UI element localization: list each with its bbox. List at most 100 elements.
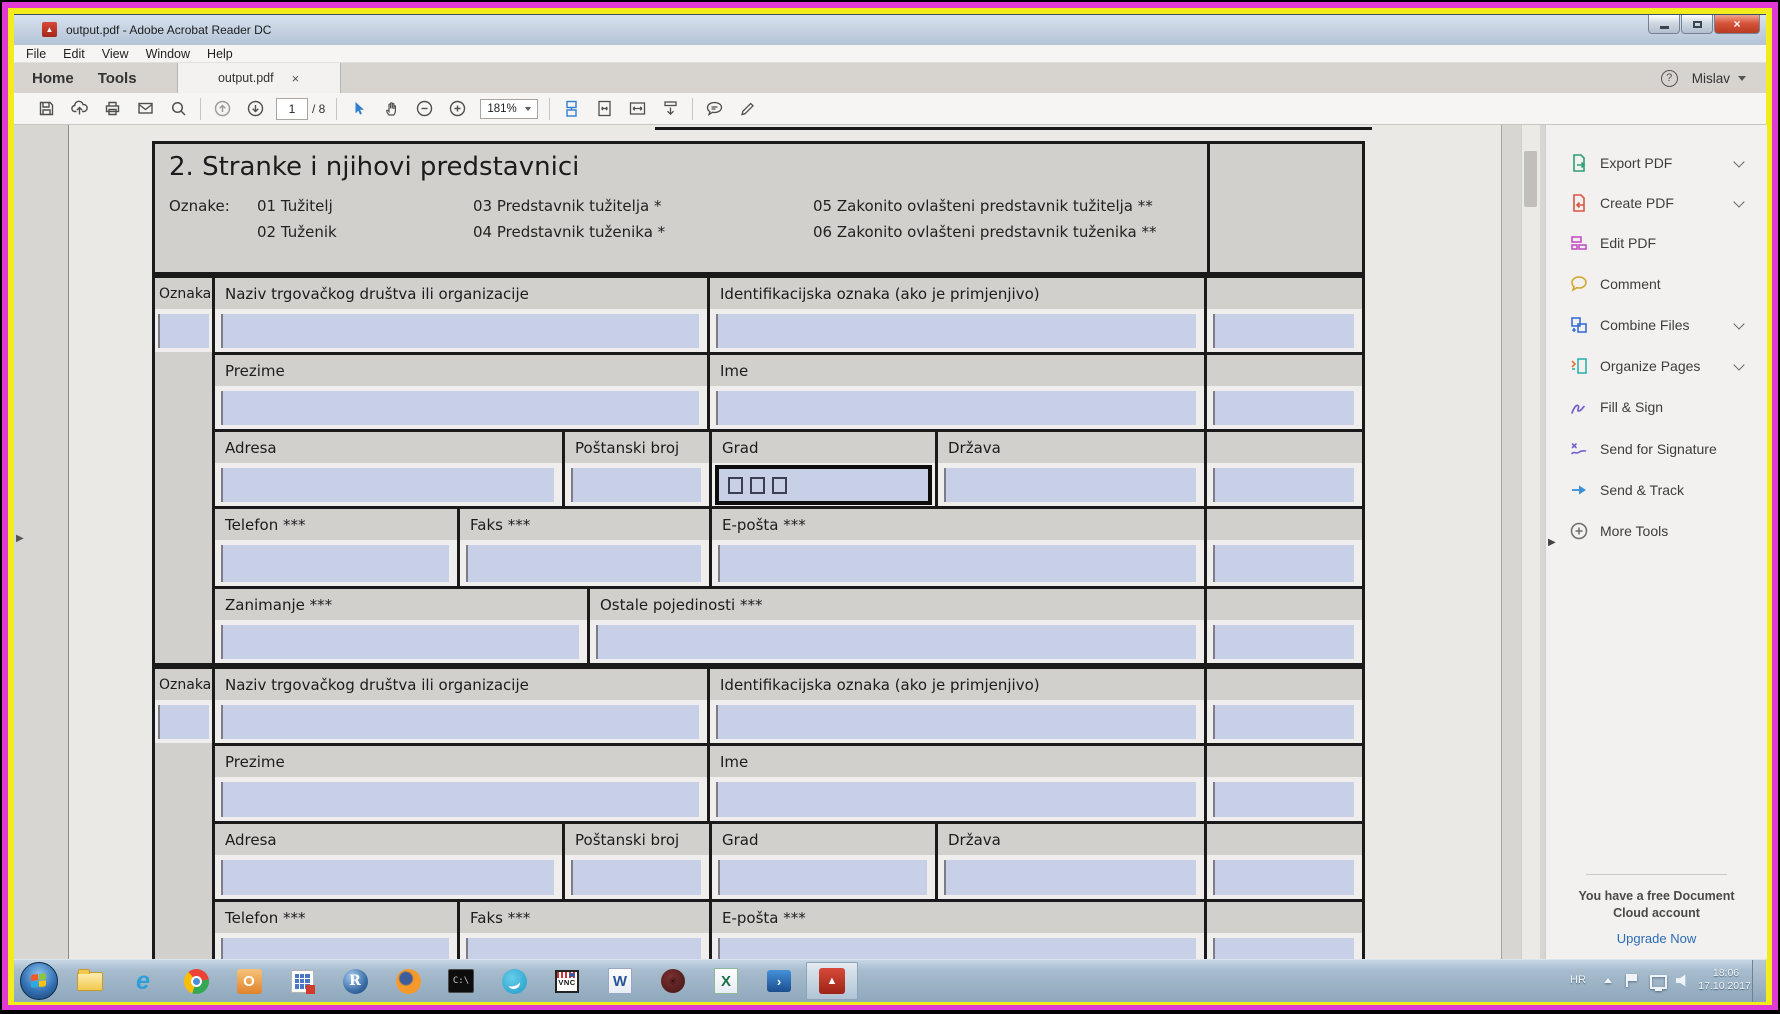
input-surname-p2[interactable]: [221, 782, 699, 817]
input-phone-p1[interactable]: [221, 545, 449, 582]
page-scroll-icon[interactable]: [555, 96, 588, 122]
fit-page-icon[interactable]: [588, 96, 621, 122]
taskbar-adobe-reader-active[interactable]: ▲: [806, 962, 858, 1000]
taskbar-chrome[interactable]: [170, 962, 222, 1000]
zoom-level-dropdown[interactable]: 181%: [480, 99, 538, 119]
input-extra-p2-r4[interactable]: [1213, 938, 1354, 959]
page-down-icon[interactable]: [239, 96, 272, 122]
print-icon[interactable]: [96, 96, 129, 122]
email-icon[interactable]: [129, 96, 162, 122]
input-other-details-p1[interactable]: [596, 625, 1196, 659]
tab-close-icon[interactable]: ×: [292, 71, 300, 86]
panel-item-combine-files[interactable]: Combine Files: [1546, 310, 1767, 340]
input-identifier-p1[interactable]: [716, 314, 1196, 348]
chevron-down-icon[interactable]: [1733, 196, 1744, 207]
panel-item-organize-pages[interactable]: Organize Pages: [1546, 351, 1767, 381]
chevron-down-icon[interactable]: [1733, 359, 1744, 370]
fit-width-icon[interactable]: [621, 96, 654, 122]
help-icon[interactable]: ?: [1661, 70, 1678, 87]
tab-tools[interactable]: Tools: [86, 70, 149, 87]
input-city-p2[interactable]: [718, 860, 927, 895]
input-phone-p2[interactable]: [221, 938, 449, 959]
menu-view[interactable]: View: [102, 47, 129, 61]
panel-item-edit-pdf[interactable]: Edit PDF: [1546, 228, 1767, 258]
upgrade-now-link[interactable]: Upgrade Now: [1546, 931, 1767, 946]
hand-tool-icon[interactable]: [375, 96, 408, 122]
panel-item-send-track[interactable]: Send & Track: [1546, 475, 1767, 505]
input-occupation-p1[interactable]: [221, 625, 579, 659]
zoom-out-icon[interactable]: [408, 96, 441, 122]
select-cursor-icon[interactable]: [342, 96, 375, 122]
taskbar-firefox[interactable]: [382, 962, 434, 1000]
panel-item-export-pdf[interactable]: Export PDF: [1546, 148, 1767, 178]
chevron-down-icon[interactable]: [1733, 318, 1744, 329]
input-extra-p2-r1[interactable]: [1213, 705, 1354, 739]
taskbar-excel[interactable]: X: [700, 962, 752, 1000]
input-address-p1[interactable]: [221, 468, 554, 502]
zoom-in-icon[interactable]: [441, 96, 474, 122]
input-fax-p1[interactable]: [466, 545, 701, 582]
scrollbar-thumb[interactable]: [1524, 151, 1537, 207]
show-desktop-button[interactable]: [1752, 960, 1766, 1002]
input-extra-p1-r3[interactable]: [1213, 468, 1354, 502]
input-city-p1-focused[interactable]: [715, 465, 932, 505]
search-icon[interactable]: [162, 96, 195, 122]
page-up-icon[interactable]: [206, 96, 239, 122]
taskbar-r-project[interactable]: R: [329, 962, 381, 1000]
input-fax-p2[interactable]: [466, 938, 701, 959]
panel-item-fill-sign[interactable]: Fill & Sign: [1546, 392, 1767, 422]
menu-help[interactable]: Help: [207, 47, 233, 61]
user-caret-icon[interactable]: [1738, 76, 1746, 81]
window-titlebar[interactable]: ▲ output.pdf - Adobe Acrobat Reader DC ×: [14, 15, 1766, 46]
input-extra-p1-r4[interactable]: [1213, 545, 1354, 582]
input-postal-p2[interactable]: [571, 860, 701, 895]
panel-item-send-for-signature[interactable]: Send for Signature: [1546, 434, 1767, 464]
tray-hidden-icons-icon[interactable]: [1604, 978, 1612, 983]
input-extra-p1-r2[interactable]: [1213, 391, 1354, 425]
user-menu[interactable]: Mislav: [1692, 71, 1730, 86]
menu-file[interactable]: File: [26, 47, 46, 61]
panel-item-more-tools[interactable]: More Tools: [1546, 516, 1767, 546]
input-country-p2[interactable]: [944, 860, 1196, 895]
taskbar-settings[interactable]: ✳: [647, 962, 699, 1000]
comment-bubble-icon[interactable]: [698, 96, 731, 122]
tray-clock[interactable]: 18:06 17.10.2017.: [1696, 967, 1756, 993]
document-scrollbar[interactable]: [1521, 125, 1540, 959]
input-company-p2[interactable]: [221, 705, 699, 739]
input-extra-p2-r3[interactable]: [1213, 860, 1354, 895]
taskbar-outlook[interactable]: O: [223, 962, 275, 1000]
input-identifier-p2[interactable]: [716, 705, 1196, 739]
tab-document[interactable]: output.pdf ×: [177, 63, 341, 93]
menu-edit[interactable]: Edit: [63, 47, 85, 61]
input-country-p1[interactable]: [944, 468, 1196, 502]
tray-volume-icon[interactable]: [1676, 974, 1691, 987]
input-email-p1[interactable]: [718, 545, 1196, 582]
taskbar-powershell[interactable]: ›: [753, 962, 805, 1000]
start-orb[interactable]: [20, 962, 58, 1000]
fit-visible-icon[interactable]: [654, 96, 687, 122]
chevron-down-icon[interactable]: [1733, 156, 1744, 167]
panel-item-comment[interactable]: Comment: [1546, 269, 1767, 299]
input-first-name-p1[interactable]: [716, 391, 1196, 425]
tray-network-icon[interactable]: [1650, 975, 1667, 989]
taskbar-explorer[interactable]: [64, 962, 116, 1000]
input-code-p2[interactable]: [158, 705, 209, 739]
input-address-p2[interactable]: [221, 860, 554, 895]
taskbar-app-grid[interactable]: [276, 962, 328, 1000]
taskbar-messenger[interactable]: [488, 962, 540, 1000]
minimize-button[interactable]: [1648, 15, 1680, 34]
maximize-button[interactable]: [1681, 15, 1713, 34]
input-postal-p1[interactable]: [571, 468, 701, 502]
pencil-icon[interactable]: [731, 96, 764, 122]
page-number-input[interactable]: 1: [276, 98, 308, 120]
input-company-p1[interactable]: [221, 314, 699, 348]
input-extra-p1-r1[interactable]: [1213, 314, 1354, 348]
left-pane-toggle-icon[interactable]: ▶: [16, 533, 24, 544]
input-code-p1[interactable]: [158, 314, 209, 348]
input-extra-p1-r5[interactable]: [1213, 625, 1354, 659]
panel-item-create-pdf[interactable]: Create PDF: [1546, 188, 1767, 218]
close-button[interactable]: ×: [1714, 15, 1760, 34]
input-email-p2[interactable]: [718, 938, 1196, 959]
taskbar-internet-explorer[interactable]: e: [117, 962, 169, 1000]
input-extra-p2-r2[interactable]: [1213, 782, 1354, 817]
